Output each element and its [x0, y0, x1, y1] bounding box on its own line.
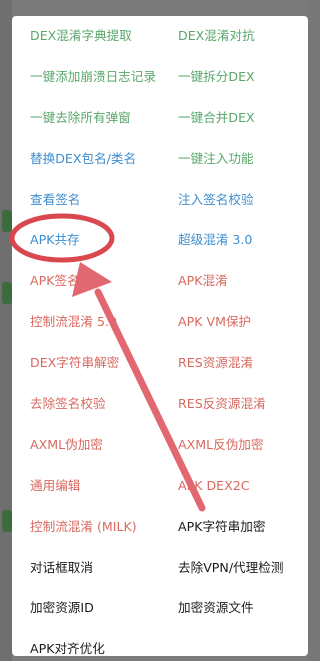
- menu-item[interactable]: RES资源混淆: [178, 343, 253, 384]
- menu-row: 控制流混淆 (MILK) APK字符串加密: [12, 507, 308, 548]
- menu-item[interactable]: 加密资源ID: [30, 588, 94, 629]
- menu-item[interactable]: 通用编辑: [30, 466, 80, 507]
- menu-item[interactable]: 去除VPN/代理检测: [178, 548, 283, 589]
- menu-row: DEX混淆字典提取 DEX混淆对抗: [12, 16, 308, 57]
- menu-item[interactable]: APK字符串加密: [178, 507, 265, 548]
- menu-item[interactable]: 一键去除所有弹窗: [30, 98, 131, 139]
- menu-item[interactable]: APK混淆: [178, 261, 228, 302]
- menu-row: 加密资源ID 加密资源文件: [12, 588, 308, 629]
- menu-item[interactable]: 超级混淆 3.0: [178, 220, 252, 261]
- menu-item[interactable]: AXML反伪加密: [178, 425, 264, 466]
- menu-grid: DEX混淆字典提取 DEX混淆对抗 一键添加崩溃日志记录 一键拆分DEX 一键去除所有弹…: [12, 16, 308, 656]
- function-menu-dialog: DEX混淆字典提取 DEX混淆对抗 一键添加崩溃日志记录 一键拆分DEX 一键去除所有弹…: [12, 16, 308, 656]
- menu-item[interactable]: 去除签名校验: [30, 384, 106, 425]
- menu-row: 对话框取消 去除VPN/代理检测: [12, 548, 308, 589]
- menu-item[interactable]: APK共存: [30, 220, 80, 261]
- menu-item[interactable]: RES反资源混淆: [178, 384, 266, 425]
- menu-item[interactable]: 一键添加崩溃日志记录: [30, 57, 156, 98]
- menu-item[interactable]: 查看签名: [30, 180, 80, 221]
- menu-item[interactable]: 对话框取消: [30, 548, 93, 589]
- menu-row: 一键添加崩溃日志记录 一键拆分DEX: [12, 57, 308, 98]
- menu-row: AXML伪加密 AXML反伪加密: [12, 425, 308, 466]
- menu-row: 查看签名 注入签名校验: [12, 180, 308, 221]
- menu-item[interactable]: 注入签名校验: [178, 180, 254, 221]
- menu-item[interactable]: DEX混淆对抗: [178, 16, 255, 57]
- menu-item[interactable]: 一键注入功能: [178, 139, 254, 180]
- menu-row: 控制流混淆 5.0 APK VM保护: [12, 302, 308, 343]
- background-chip: [2, 282, 12, 304]
- menu-row: 替换DEX包名/类名 一键注入功能: [12, 139, 308, 180]
- menu-item[interactable]: AXML伪加密: [30, 425, 103, 466]
- menu-row: APK签名 APK混淆: [12, 261, 308, 302]
- menu-item[interactable]: 替换DEX包名/类名: [30, 139, 136, 180]
- menu-item[interactable]: APK对齐优化: [30, 629, 105, 656]
- menu-item[interactable]: APK VM保护: [178, 302, 251, 343]
- menu-row: 通用编辑 APK DEX2C: [12, 466, 308, 507]
- menu-item[interactable]: APK DEX2C: [178, 466, 250, 507]
- menu-item[interactable]: 控制流混淆 (MILK): [30, 507, 137, 548]
- menu-row: 一键去除所有弹窗 一键合并DEX: [12, 98, 308, 139]
- menu-item[interactable]: 控制流混淆 5.0: [30, 302, 117, 343]
- menu-item[interactable]: 加密资源文件: [178, 588, 254, 629]
- menu-item[interactable]: 一键合并DEX: [178, 98, 255, 139]
- background-chip: [2, 210, 12, 232]
- menu-item[interactable]: DEX字符串解密: [30, 343, 119, 384]
- background-app-left-edge: [0, 0, 12, 661]
- background-app-right-edge: [308, 0, 320, 661]
- menu-row: 去除签名校验 RES反资源混淆: [12, 384, 308, 425]
- background-chip: [2, 510, 12, 532]
- menu-row: APK对齐优化: [12, 629, 308, 656]
- menu-row: APK共存 超级混淆 3.0: [12, 220, 308, 261]
- menu-item[interactable]: DEX混淆字典提取: [30, 16, 132, 57]
- menu-row: DEX字符串解密 RES资源混淆: [12, 343, 308, 384]
- menu-item[interactable]: APK签名: [30, 261, 80, 302]
- menu-item[interactable]: 一键拆分DEX: [178, 57, 255, 98]
